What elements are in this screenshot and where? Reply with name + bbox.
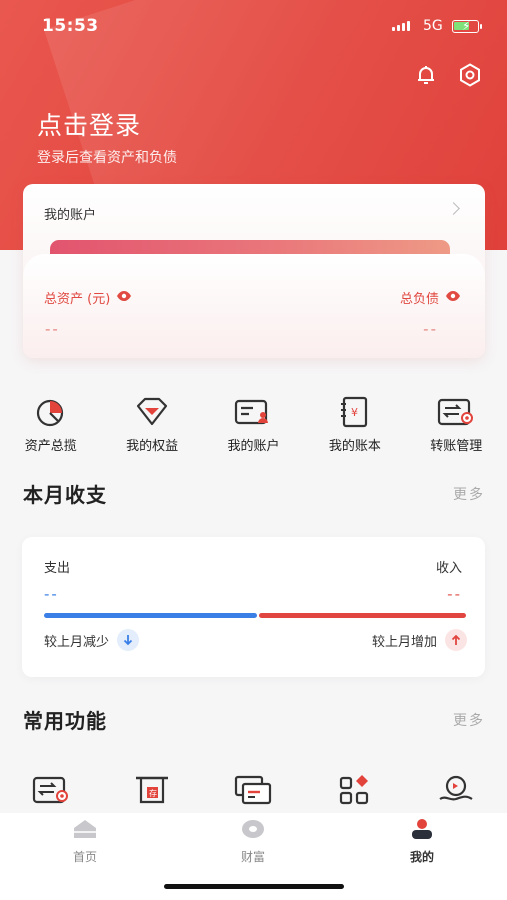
login-subtitle: 登录后查看资产和负债	[37, 150, 177, 166]
monthly-title: 本月收支	[23, 483, 107, 507]
status-time: 15:53	[42, 16, 99, 36]
common-functions-title: 常用功能	[23, 709, 107, 733]
profile-icon	[409, 818, 435, 844]
bell-icon[interactable]	[413, 62, 439, 88]
arrow-down-icon	[117, 629, 140, 651]
total-liabilities-label: 总负债	[400, 288, 461, 307]
arrow-up-icon	[445, 629, 467, 651]
cards-icon	[233, 773, 273, 809]
total-assets-value: --	[45, 320, 60, 338]
wealth-icon	[240, 818, 266, 844]
common-function-cards[interactable]	[203, 773, 304, 809]
status-bar: 15:53 5G ⚡	[0, 14, 507, 40]
settings-hex-icon[interactable]	[457, 62, 483, 88]
income-compare: 较上月增加	[372, 629, 467, 651]
expense-value: --	[44, 585, 59, 603]
monthly-summary-card[interactable]: 支出 收入 -- -- 较上月减少 较上月增加	[22, 537, 485, 677]
quick-action-asset-overview[interactable]: 资产总揽	[0, 395, 101, 457]
eye-icon[interactable]	[445, 290, 461, 306]
expense-label: 支出	[44, 561, 71, 576]
quick-action-transfer-management[interactable]: 转账管理	[406, 395, 507, 457]
account-card[interactable]: 我的账户 总资产 (元) 总负债 -- --	[23, 184, 485, 358]
atm-icon: 存	[133, 773, 171, 809]
quick-action-my-accounts[interactable]: 我的账户	[203, 395, 304, 457]
tab-wealth[interactable]: 财富	[203, 818, 303, 865]
chevron-right-icon[interactable]	[447, 202, 460, 215]
svg-text:存: 存	[149, 788, 157, 798]
pie-chart-icon	[31, 395, 71, 429]
hand-coin-icon	[437, 773, 475, 809]
signal-icon	[392, 21, 410, 31]
monthly-more-link[interactable]: 更多	[453, 484, 485, 504]
tab-profile[interactable]: 我的	[372, 818, 472, 865]
eye-icon[interactable]	[116, 290, 132, 306]
common-functions-row: 存	[0, 773, 507, 809]
apps-grid-icon	[338, 773, 372, 809]
svg-text:¥: ¥	[351, 406, 358, 419]
common-function-hand-coin[interactable]	[406, 773, 507, 809]
income-bar	[259, 613, 466, 618]
transfer-card-icon	[31, 773, 71, 809]
tab-home[interactable]: 首页	[35, 818, 135, 865]
quick-actions: 资产总揽 我的权益 我的账户 ¥ 我的账本 转账管理	[0, 395, 507, 457]
income-value: --	[447, 585, 462, 603]
common-function-atm[interactable]: 存	[101, 773, 202, 809]
quick-action-my-rights[interactable]: 我的权益	[101, 395, 202, 457]
diamond-icon	[132, 395, 172, 429]
battery-icon: ⚡	[452, 19, 482, 33]
common-function-apps[interactable]	[304, 773, 405, 809]
account-card-title: 我的账户	[44, 208, 97, 223]
common-functions-more-link[interactable]: 更多	[453, 710, 485, 730]
total-assets-label: 总资产 (元)	[44, 288, 132, 307]
total-liabilities-value: --	[423, 320, 438, 338]
expense-bar	[44, 613, 257, 618]
transfer-icon	[436, 395, 476, 429]
account-card-icon	[233, 395, 273, 429]
expense-compare: 较上月减少	[44, 629, 140, 651]
common-function-transfer[interactable]	[0, 773, 101, 809]
home-indicator	[164, 884, 344, 889]
login-button[interactable]: 点击登录	[37, 106, 141, 142]
income-label: 收入	[435, 561, 462, 576]
ledger-book-icon: ¥	[335, 395, 375, 429]
quick-action-my-ledger[interactable]: ¥ 我的账本	[304, 395, 405, 457]
header-actions	[413, 62, 483, 88]
home-icon	[72, 818, 98, 844]
network-type: 5G	[423, 18, 443, 34]
